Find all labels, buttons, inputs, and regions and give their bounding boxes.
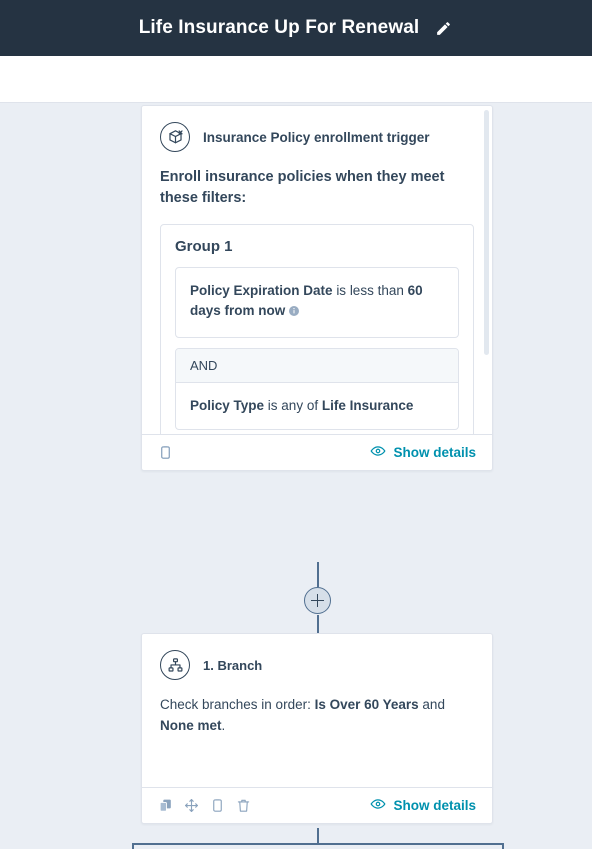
clipboard-icon[interactable] [158,445,173,460]
filter-1-property: Policy Expiration Date [190,283,333,299]
branch-show-details-label: Show details [393,798,476,813]
filter-group: Group 1 Policy Expiration Date is less t… [160,224,474,434]
branch-desc-one: Is Over 60 Years [314,697,419,712]
copy-icon[interactable] [158,798,173,813]
trigger-show-details-label: Show details [393,445,476,460]
branch-hierarchy-icon [160,650,190,680]
branch-desc-two: None met [160,717,222,733]
eye-icon [370,443,386,462]
trigger-description: Enroll insurance policies when they meet… [160,169,445,206]
branch-card-footer: Show details [142,787,492,823]
trigger-card-title: Insurance Policy enrollment trigger [203,129,430,145]
filter-1-operator: is less than [336,283,404,299]
branch-description: Check branches in order: Is Over 60 Year… [160,695,474,737]
pencil-icon[interactable] [433,18,453,38]
trash-icon[interactable] [236,798,251,813]
branch-show-details-link[interactable]: Show details [370,796,476,815]
trigger-show-details-link[interactable]: Show details [370,443,476,462]
filter-row-1[interactable]: Policy Expiration Date is less than 60 d… [175,267,459,338]
branch-desc-joiner: and [418,697,445,712]
clipboard-icon[interactable] [210,798,225,813]
branch-card-header: 1. Branch [160,650,474,680]
toolbar-bar [0,56,592,103]
page-title: Life Insurance Up For Renewal [138,17,420,38]
eye-icon [370,796,386,815]
move-icon[interactable] [184,798,199,813]
branch-card-title: 1. Branch [203,657,263,673]
app-header: Life Insurance Up For Renewal [0,0,592,56]
filter-2-property: Policy Type [190,397,265,413]
filter-2-value: Life Insurance [321,397,414,413]
trigger-card-scroll-area[interactable]: Insurance Policy enrollment trigger Enro… [142,106,492,434]
branch-desc-suffix: . [221,717,226,733]
filter-joiner-and[interactable]: AND [176,348,458,383]
trigger-card-header: Insurance Policy enrollment trigger [160,122,474,152]
connector-trigger-to-plus [317,562,319,587]
connector-branch-split [132,843,503,845]
connector-to-branch-yes [132,843,134,849]
workflow-canvas[interactable]: Insurance Policy enrollment trigger Enro… [0,103,592,849]
add-step-after-trigger[interactable] [304,587,331,614]
trigger-card-scrollbar[interactable] [484,110,489,355]
trigger-card-footer: Show details [142,434,492,470]
filter-group-title: Group 1 [175,238,233,256]
connector-plus-to-branch [317,615,319,635]
filter-2-operator: is any of [267,397,319,413]
filter-row-2[interactable]: AND Policy Type is any of Life Insurance [175,347,459,430]
filter-1-value-number: 60 [407,283,423,299]
info-icon[interactable] [288,303,300,323]
branch-card[interactable]: 1. Branch Check branches in order: Is Ov… [141,633,493,824]
filter-1-value-rest: days from now [190,303,286,319]
branch-desc-prefix: Check branches in order: [160,697,315,712]
connector-branch-down [317,828,319,844]
package-trigger-icon [160,122,190,152]
connector-to-branch-none [502,843,504,849]
trigger-card[interactable]: Insurance Policy enrollment trigger Enro… [141,105,493,471]
